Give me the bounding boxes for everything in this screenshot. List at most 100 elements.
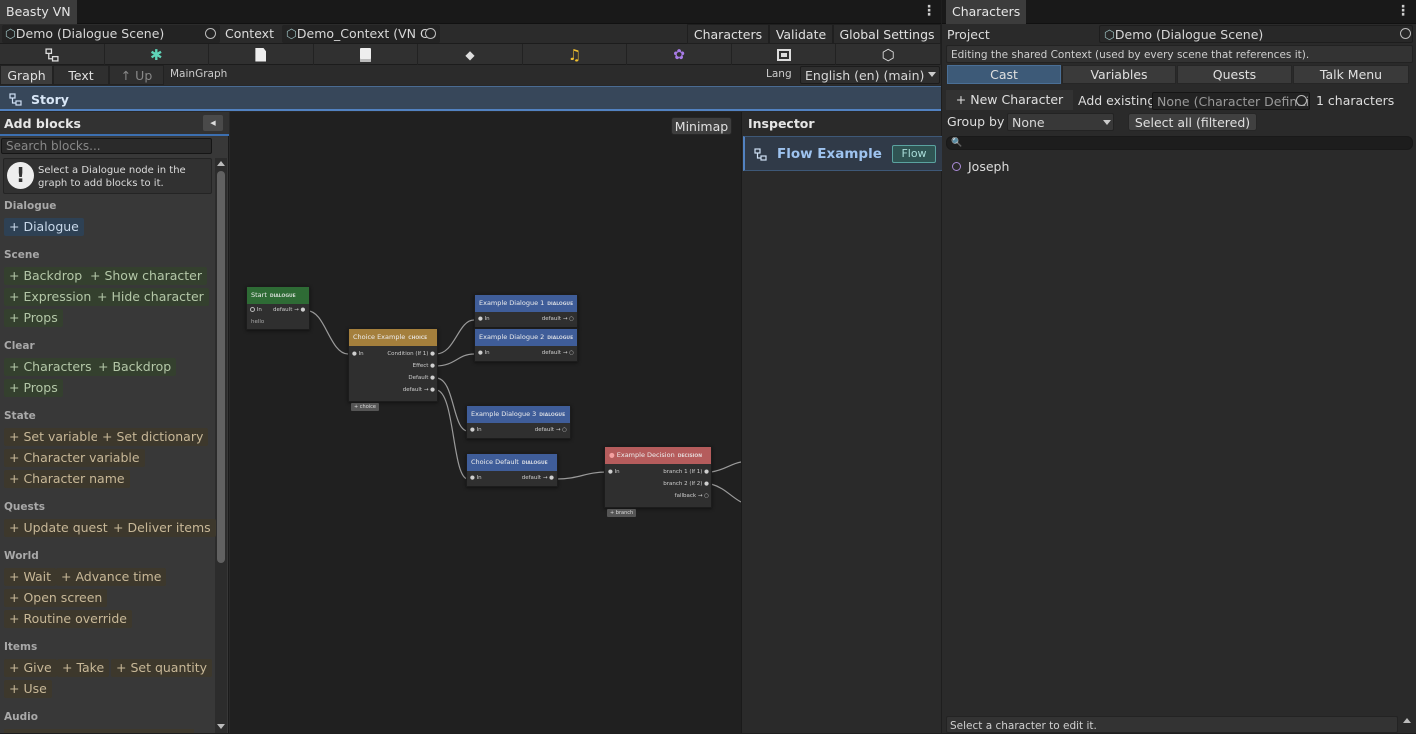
tab-talk-menu[interactable]: Talk Menu bbox=[1293, 65, 1409, 84]
add-give-button[interactable]: + Give bbox=[4, 659, 57, 677]
document-icon[interactable] bbox=[314, 44, 419, 65]
scene-picker-icon[interactable] bbox=[205, 28, 216, 39]
cube-icon[interactable]: ⬡ bbox=[836, 44, 941, 65]
node-choice-default[interactable]: Choice Default DIALOGUE ● In default → ● bbox=[466, 453, 558, 487]
network-icon[interactable]: ✿ bbox=[627, 44, 732, 65]
project-field[interactable]: ⬡Demo (Dialogue Scene) bbox=[1099, 25, 1413, 43]
frame-icon[interactable] bbox=[732, 44, 837, 65]
node-choice-port-effect[interactable]: Effect ● bbox=[413, 363, 435, 369]
scene-field[interactable]: ⬡Demo (Dialogue Scene) bbox=[2, 25, 220, 43]
node-example-decision[interactable]: ● Example Decision DECISION ● In branch 1… bbox=[604, 446, 712, 508]
collapse-left-icon[interactable]: ◀ bbox=[203, 115, 223, 131]
add-set-variable-button[interactable]: + Set variable bbox=[4, 428, 104, 446]
status-scroll-icon[interactable] bbox=[1403, 718, 1411, 723]
group-by-dropdown[interactable]: None bbox=[1007, 113, 1114, 131]
tab-cast[interactable]: Cast bbox=[947, 65, 1061, 84]
global-settings-button[interactable]: Global Settings bbox=[833, 24, 941, 44]
node-choice-port-default-out[interactable]: default → ● bbox=[403, 387, 435, 393]
add-set-dictionary-button[interactable]: + Set dictionary bbox=[97, 428, 209, 446]
clear-backdrop-button[interactable]: + Backdrop bbox=[93, 358, 177, 376]
node-choice-in[interactable]: ● In bbox=[352, 351, 364, 357]
context-field[interactable]: ⬡Demo_Context (VN Co bbox=[282, 25, 440, 43]
tab-variables[interactable]: Variables bbox=[1062, 65, 1176, 84]
add-existing-field[interactable]: None (Character Definiti bbox=[1152, 92, 1310, 110]
blocks-scrollbar[interactable] bbox=[215, 158, 227, 733]
up-button[interactable]: ↑ Up bbox=[109, 65, 164, 85]
node-d2-out[interactable]: default → ○ bbox=[542, 350, 574, 356]
characters-button[interactable]: Characters bbox=[687, 24, 769, 44]
add-wait-button[interactable]: + Wait bbox=[4, 568, 57, 586]
scroll-down-icon[interactable] bbox=[217, 724, 225, 729]
node-start[interactable]: Start DIALOGUE In default → ● hello bbox=[246, 286, 310, 330]
add-props-button[interactable]: + Props bbox=[4, 309, 63, 327]
add-update-quest-button[interactable]: + Update quest bbox=[4, 519, 113, 537]
lang-dropdown[interactable]: English (en) (main) bbox=[800, 66, 940, 84]
clear-characters-button[interactable]: + Characters bbox=[4, 358, 97, 376]
add-character-name-button[interactable]: + Character name bbox=[4, 470, 130, 488]
node-d1-out[interactable]: default → ○ bbox=[542, 316, 574, 322]
select-all-button[interactable]: Select all (filtered) bbox=[1128, 113, 1257, 131]
node-d1-in[interactable]: ● In bbox=[478, 316, 490, 322]
music-note-icon[interactable]: ♫ bbox=[523, 44, 628, 65]
tab-text[interactable]: Text bbox=[53, 65, 109, 85]
node-choice-port-condition[interactable]: Condition (If 1) ● bbox=[387, 351, 435, 357]
node-choice-example[interactable]: Choice Example CHOICE ● In Condition (If … bbox=[348, 328, 438, 402]
character-name: Joseph bbox=[968, 159, 1010, 174]
node-start-out[interactable]: default → ● bbox=[273, 307, 305, 313]
clear-props-button[interactable]: + Props bbox=[4, 379, 63, 397]
node-decision-in[interactable]: ● In bbox=[608, 469, 620, 475]
node-d2-in[interactable]: ● In bbox=[478, 350, 490, 356]
add-advance-time-button[interactable]: + Advance time bbox=[56, 568, 167, 586]
node-d3-in[interactable]: ● In bbox=[470, 427, 482, 433]
breadcrumb-story[interactable]: Story bbox=[31, 92, 69, 107]
node-example-dialogue-2[interactable]: Example Dialogue 2 DIALOGUE ● In default … bbox=[474, 328, 578, 362]
add-character-variable-button[interactable]: + Character variable bbox=[4, 449, 145, 467]
new-character-button[interactable]: + New Character bbox=[946, 90, 1073, 110]
tab-quests[interactable]: Quests bbox=[1177, 65, 1292, 84]
tab-graph[interactable]: Graph bbox=[0, 65, 53, 85]
project-picker-icon[interactable] bbox=[1400, 28, 1411, 39]
node-example-dialogue-3[interactable]: Example Dialogue 3 DIALOGUE ● In default … bbox=[466, 405, 571, 439]
inspector-selected-item[interactable]: Flow Example Flow bbox=[743, 136, 942, 171]
character-search-input[interactable]: 🔍 bbox=[946, 136, 1413, 150]
node-decision-fallback[interactable]: fallback → ○ bbox=[675, 493, 709, 499]
add-choice-button[interactable]: + choice bbox=[351, 403, 379, 411]
add-dialogue-button[interactable]: + Dialogue bbox=[4, 218, 84, 236]
add-expression-button[interactable]: + Expression bbox=[4, 288, 97, 306]
list-item[interactable]: Joseph bbox=[944, 156, 1414, 176]
scroll-up-icon[interactable] bbox=[217, 161, 225, 166]
add-set-quantity-button[interactable]: + Set quantity bbox=[111, 659, 213, 677]
scroll-thumb[interactable] bbox=[217, 171, 225, 563]
add-routine-override-button[interactable]: + Routine override bbox=[4, 610, 132, 628]
character-figure-icon[interactable]: ✱ bbox=[105, 44, 210, 65]
add-backdrop-button[interactable]: + Backdrop bbox=[4, 267, 88, 285]
tag-icon[interactable]: ◆ bbox=[418, 44, 523, 65]
page-icon[interactable] bbox=[209, 44, 314, 65]
graph-icon[interactable] bbox=[0, 44, 105, 65]
node-cd-in[interactable]: ● In bbox=[470, 475, 482, 481]
context-picker-icon[interactable] bbox=[425, 28, 436, 39]
add-use-button[interactable]: + Use bbox=[4, 680, 52, 698]
node-decision-branch-2[interactable]: branch 2 (If 2) ● bbox=[663, 481, 709, 487]
window-tab-beasty-vn[interactable]: Beasty VN bbox=[0, 0, 77, 24]
window-tab-characters[interactable]: Characters bbox=[946, 0, 1027, 24]
node-start-in[interactable]: In bbox=[250, 307, 262, 313]
node-choice-header: Choice Example CHOICE bbox=[349, 329, 437, 346]
validate-button[interactable]: Validate bbox=[769, 24, 833, 44]
characters-menu-icon[interactable]: ⋮ bbox=[1396, 4, 1410, 20]
add-deliver-items-button[interactable]: + Deliver items bbox=[108, 519, 216, 537]
search-blocks-input[interactable]: Search blocks... bbox=[1, 138, 212, 154]
add-hide-character-button[interactable]: + Hide character bbox=[92, 288, 209, 306]
graph-canvas[interactable]: Minimap Start DIALOGUE In default → ● hel… bbox=[230, 112, 741, 733]
node-choice-port-default[interactable]: Default ● bbox=[408, 375, 435, 381]
node-example-dialogue-1[interactable]: Example Dialogue 1 DIALOGUE ● In default … bbox=[474, 294, 578, 328]
add-branch-button[interactable]: + branch bbox=[607, 509, 637, 517]
add-show-character-button[interactable]: + Show character bbox=[85, 267, 208, 285]
node-d3-out[interactable]: default → ○ bbox=[535, 427, 567, 433]
add-existing-picker-icon[interactable] bbox=[1296, 95, 1307, 106]
add-take-button[interactable]: + Take bbox=[57, 659, 110, 677]
add-open-screen-button[interactable]: + Open screen bbox=[4, 589, 108, 607]
node-cd-out[interactable]: default → ● bbox=[522, 475, 554, 481]
node-decision-branch-1[interactable]: branch 1 (If 1) ● bbox=[663, 469, 709, 475]
window-menu-icon[interactable]: ⋮ bbox=[922, 4, 936, 20]
